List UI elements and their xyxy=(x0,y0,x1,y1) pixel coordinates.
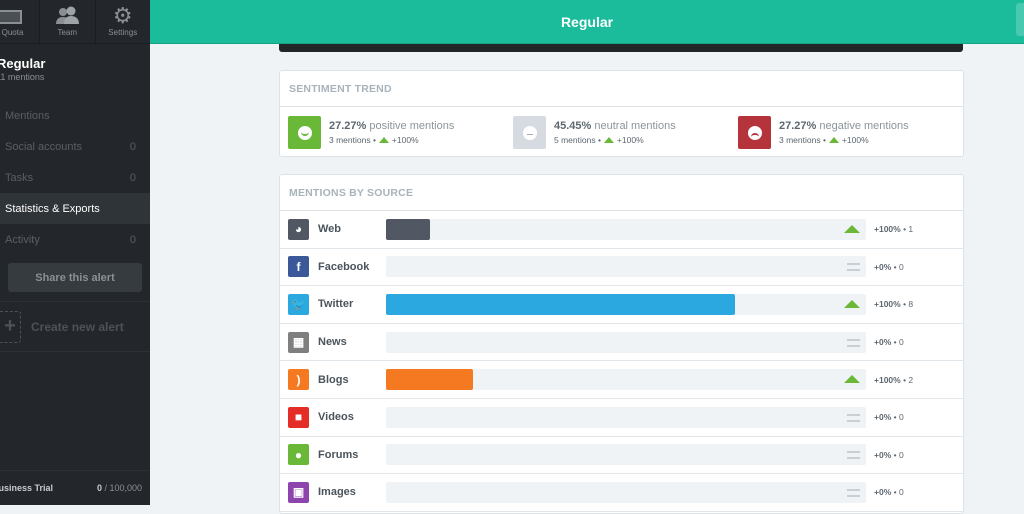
sidebar-item-social-accounts[interactable]: Social accounts 0 xyxy=(0,131,150,162)
source-name: Facebook xyxy=(318,260,370,273)
source-change: +0% • 0 xyxy=(874,412,904,423)
create-alert-button[interactable]: + Create new alert xyxy=(0,302,150,352)
right-gutter xyxy=(964,44,1024,505)
source-change: +100% • 1 xyxy=(874,224,914,235)
source-row-facebook[interactable]: f Facebook +0% • 0 xyxy=(280,249,963,287)
neutral-face-icon xyxy=(513,116,546,149)
trend-up-icon xyxy=(828,137,839,143)
source-bar-track xyxy=(386,218,866,240)
plan-footer: Business Trial 0 / 100,000 xyxy=(0,470,150,505)
quota-readout: 0 / 100,000 xyxy=(96,483,142,493)
source-bar-fill xyxy=(386,293,736,315)
source-bar-fill xyxy=(386,369,474,391)
source-bar-track xyxy=(386,369,866,391)
sentiment-item: 27.27% negative mentions 3 mentions • +100… xyxy=(738,116,963,149)
sources-title: MENTIONS BY SOURCE xyxy=(280,175,963,211)
rss-icon: ) xyxy=(288,369,309,391)
top-nav: Quota Team ⚙ Settings xyxy=(0,0,150,44)
alert-subtitle: 11 mentions xyxy=(0,72,45,82)
source-name: Images xyxy=(318,486,356,499)
header-right-button[interactable] xyxy=(1016,3,1024,36)
source-change: +0% • 0 xyxy=(874,337,904,348)
alert-title: Regular xyxy=(0,56,46,71)
alert-info: Regular 11 mentions xyxy=(0,44,150,100)
source-row-forums[interactable]: ● Forums +0% • 0 xyxy=(280,437,963,475)
mentions-by-source-card: MENTIONS BY SOURCE ◕ Web +100% • 1 f Faceboo… xyxy=(279,174,964,514)
globe-icon: ◕ xyxy=(288,218,309,240)
source-name: Web xyxy=(318,223,342,236)
nav-settings[interactable]: ⚙ Settings xyxy=(96,0,151,43)
nav-team[interactable]: Team xyxy=(40,0,96,43)
sentiment-item: 45.45% neutral mentions 5 mentions • +100% xyxy=(513,116,738,149)
sidebar: Quota Team ⚙ Settings Regular 11 mention… xyxy=(0,0,150,505)
source-change: +0% • 0 xyxy=(874,487,904,498)
source-bar-track xyxy=(386,406,866,428)
source-row-twitter[interactable]: 🐦 Twitter +100% • 8 xyxy=(280,286,963,324)
sentiment-title: SENTIMENT TREND xyxy=(280,71,963,107)
sidebar-item-tasks[interactable]: Tasks 0 xyxy=(0,162,150,193)
source-change: +0% • 0 xyxy=(874,449,904,460)
source-row-videos[interactable]: ■ Videos +0% • 0 xyxy=(280,399,963,437)
trend-up-icon xyxy=(844,224,860,233)
smile-face-icon xyxy=(288,116,321,149)
trend-up-icon xyxy=(844,299,860,308)
source-change: +100% • 8 xyxy=(874,299,914,310)
source-bar-fill xyxy=(386,218,430,240)
source-bar-track xyxy=(386,331,866,353)
share-alert-button[interactable]: Share this alert xyxy=(8,263,142,292)
source-name: Twitter xyxy=(318,298,354,311)
source-row-images[interactable]: ▣ Images +0% • 0 xyxy=(280,474,963,512)
sentiment-trend-card: SENTIMENT TREND 27.27% positive mentions… xyxy=(279,70,964,157)
source-row-web[interactable]: ◕ Web +100% • 1 xyxy=(280,211,963,249)
sidebar-item-statistics[interactable]: Statistics & Exports xyxy=(0,193,150,224)
source-name: Videos xyxy=(318,411,354,424)
trend-up-icon xyxy=(378,137,389,143)
quota-icon xyxy=(0,10,22,24)
source-name: News xyxy=(318,336,347,349)
video-icon: ■ xyxy=(288,406,309,428)
toolbar-strip xyxy=(279,44,963,52)
plan-name: Business Trial xyxy=(0,483,54,493)
news-icon: ▦ xyxy=(288,331,309,353)
facebook-icon: f xyxy=(288,256,309,278)
trend-flat-icon xyxy=(847,413,860,422)
chat-icon: ● xyxy=(288,444,309,466)
source-change: +100% • 2 xyxy=(874,374,914,385)
sad-face-icon xyxy=(738,116,771,149)
source-bar-track xyxy=(386,481,866,503)
team-icon xyxy=(56,6,80,24)
source-row-blogs[interactable]: ) Blogs +100% • 2 xyxy=(280,361,963,399)
gear-icon: ⚙ xyxy=(112,3,133,28)
trend-up-icon xyxy=(844,375,860,384)
plus-icon: + xyxy=(0,310,21,343)
source-name: Blogs xyxy=(318,373,349,386)
trend-flat-icon xyxy=(847,450,860,460)
source-name: Forums xyxy=(318,448,359,461)
sidebar-item-mentions[interactable]: Mentions xyxy=(0,100,150,131)
page-title: Regular xyxy=(560,13,614,30)
source-change: +0% • 0 xyxy=(874,261,904,272)
image-icon: ▣ xyxy=(288,481,309,503)
source-bar-track xyxy=(386,293,866,315)
source-bar-track xyxy=(386,444,866,466)
nav-quota[interactable]: Quota xyxy=(0,0,40,43)
page-header: Regular xyxy=(150,0,1024,44)
trend-flat-icon xyxy=(847,338,860,347)
source-bar-track xyxy=(386,256,866,278)
twitter-icon: 🐦 xyxy=(288,293,309,315)
sidebar-item-activity[interactable]: Activity 0 xyxy=(0,224,150,255)
trend-up-icon xyxy=(603,137,614,143)
trend-flat-icon xyxy=(847,262,860,272)
sentiment-item: 27.27% positive mentions 3 mentions • +100… xyxy=(288,116,513,149)
trend-flat-icon xyxy=(847,488,860,497)
sidebar-menu: Mentions Social accounts 0 Tasks 0 Statist… xyxy=(0,100,150,255)
source-row-news[interactable]: ▦ News +0% • 0 xyxy=(280,324,963,362)
